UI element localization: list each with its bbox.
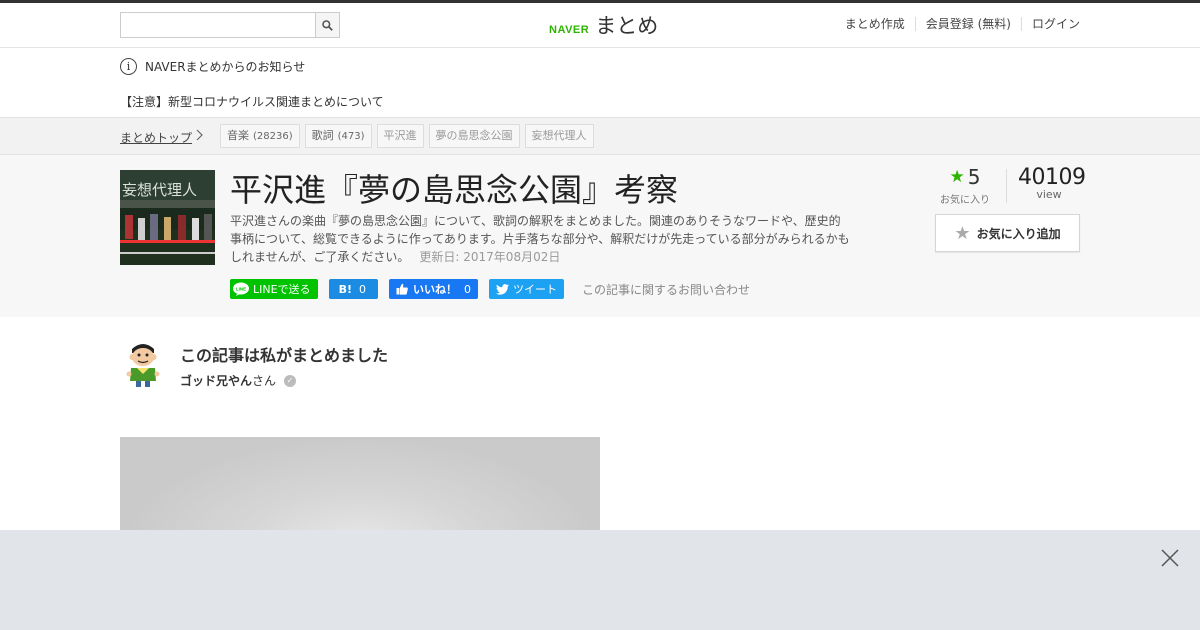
- tag-label: 音楽: [227, 129, 249, 142]
- tweet-button[interactable]: ツイート: [488, 279, 564, 299]
- tag-hirasawa[interactable]: 平沢進: [376, 124, 424, 148]
- search-icon: [322, 19, 333, 31]
- tag-label: 歌詞: [311, 129, 334, 142]
- close-icon: [1161, 549, 1179, 567]
- content-image-placeholder: [120, 437, 600, 537]
- article-header: 妄想代理人 平沢進『夢の島思念公園』考察 平沢進さんの楽曲『夢の島思念公園』につ…: [0, 155, 1200, 317]
- article-thumbnail[interactable]: 妄想代理人: [120, 170, 215, 265]
- tag-count: (473): [337, 131, 365, 142]
- line-icon-text: LINE: [236, 287, 246, 292]
- notice-link[interactable]: 【注意】新型コロナウイルス関連まとめについて: [120, 93, 384, 110]
- tag-label: 妄想代理人: [531, 129, 587, 142]
- avatar[interactable]: [123, 340, 163, 388]
- twitter-bird-icon: [495, 283, 509, 295]
- thumbnail-caption: 妄想代理人: [122, 181, 197, 199]
- author-suffix: さん: [252, 374, 277, 388]
- author-section: この記事は私がまとめました ゴッド兄やん さん ✓: [0, 317, 1200, 437]
- star-icon: ★: [949, 167, 965, 187]
- author-name-row: ゴッド兄やん さん ✓: [180, 372, 297, 389]
- tag-label: 夢の島思念公園: [435, 129, 513, 142]
- notice-title-row: i NAVERまとめからのお知らせ: [120, 58, 305, 75]
- ad-banner: [0, 530, 1200, 630]
- updated-date: 更新日: 2017年08月02日: [419, 250, 561, 264]
- search-form: [120, 12, 340, 38]
- share-bar: LINE LINEで送る B! 0 いいね！ 0 ツイート この記事に関するお問…: [230, 279, 750, 299]
- search-input[interactable]: [120, 12, 315, 38]
- tag-yumenoshima[interactable]: 夢の島思念公園: [428, 124, 520, 148]
- chevron-right-icon: [196, 129, 203, 144]
- facebook-like-label: いいね！: [412, 283, 457, 296]
- author-name[interactable]: ゴッド兄やん: [180, 372, 252, 389]
- thumbs-up-icon: [396, 283, 408, 295]
- close-ad-button[interactable]: [1160, 548, 1180, 568]
- stat-divider: [1006, 169, 1007, 203]
- tag-lyrics[interactable]: 歌詞 (473): [304, 124, 372, 148]
- info-icon: i: [120, 58, 137, 75]
- tag-list: 音楽 (28236) 歌詞 (473) 平沢進 夢の島思念公園 妄想代理人: [220, 124, 599, 148]
- header-nav: まとめ作成 会員登録 (無料) ログイン: [835, 17, 1080, 31]
- breadcrumb: まとめトップ 音楽 (28236) 歌詞 (473) 平沢進 夢の島思念公園 妄想代…: [0, 118, 1200, 155]
- favorites-stat: ★ 5 お気に入り: [935, 165, 995, 206]
- page-title: 平沢進『夢の島思念公園』考察: [230, 171, 679, 209]
- search-button[interactable]: [315, 12, 340, 38]
- views-stat: 40109 view: [1018, 165, 1086, 201]
- add-favorite-label: お気に入り追加: [976, 226, 1061, 241]
- thumbnail-image: 妄想代理人: [120, 170, 215, 265]
- notice-title: NAVERまとめからのお知らせ: [145, 60, 306, 74]
- logo-matome: まとめ: [595, 14, 659, 38]
- tweet-label: ツイート: [512, 283, 557, 296]
- facebook-like-button[interactable]: いいね！ 0: [388, 279, 478, 299]
- facebook-like-count: 0: [463, 282, 471, 296]
- site-header: NAVER まとめ まとめ作成 会員登録 (無料) ログイン: [0, 3, 1200, 48]
- inquiry-link[interactable]: この記事に関するお問い合わせ: [582, 281, 750, 298]
- tag-paranoia-agent[interactable]: 妄想代理人: [524, 124, 594, 148]
- nav-register[interactable]: 会員登録 (無料): [914, 17, 1021, 31]
- line-icon: LINE: [233, 282, 249, 296]
- favorites-count: 5: [967, 165, 981, 189]
- tag-count: (28236): [253, 131, 293, 142]
- notice-panel: i NAVERまとめからのお知らせ 【注意】新型コロナウイルス関連まとめについて: [0, 48, 1200, 118]
- site-logo[interactable]: NAVER まとめ: [549, 10, 658, 40]
- star-outline-icon: ★: [954, 222, 971, 244]
- verified-check-icon: ✓: [284, 374, 297, 387]
- line-share-label: LINEで送る: [253, 283, 311, 296]
- logo-naver: NAVER: [549, 24, 590, 36]
- hatena-icon: B!: [338, 282, 352, 296]
- nav-create-matome[interactable]: まとめ作成: [835, 17, 915, 31]
- tag-music[interactable]: 音楽 (28236): [220, 124, 300, 148]
- avatar-image: [126, 344, 160, 387]
- hatena-count: 0: [358, 282, 366, 296]
- nav-login[interactable]: ログイン: [1020, 17, 1080, 31]
- views-count: 40109: [1018, 165, 1086, 190]
- line-share-button[interactable]: LINE LINEで送る: [230, 279, 318, 299]
- breadcrumb-top-link[interactable]: まとめトップ: [120, 129, 192, 146]
- add-favorite-button[interactable]: ★ お気に入り追加: [935, 214, 1080, 252]
- author-heading: この記事は私がまとめました: [180, 346, 389, 365]
- tag-label: 平沢進: [383, 129, 417, 142]
- favorites-label: お気に入り: [940, 195, 990, 206]
- article-description: 平沢進さんの楽曲『夢の島思念公園』について、歌詞の解釈をまとめました。関連のあり…: [230, 212, 850, 266]
- hatena-bookmark-button[interactable]: B! 0: [328, 279, 378, 299]
